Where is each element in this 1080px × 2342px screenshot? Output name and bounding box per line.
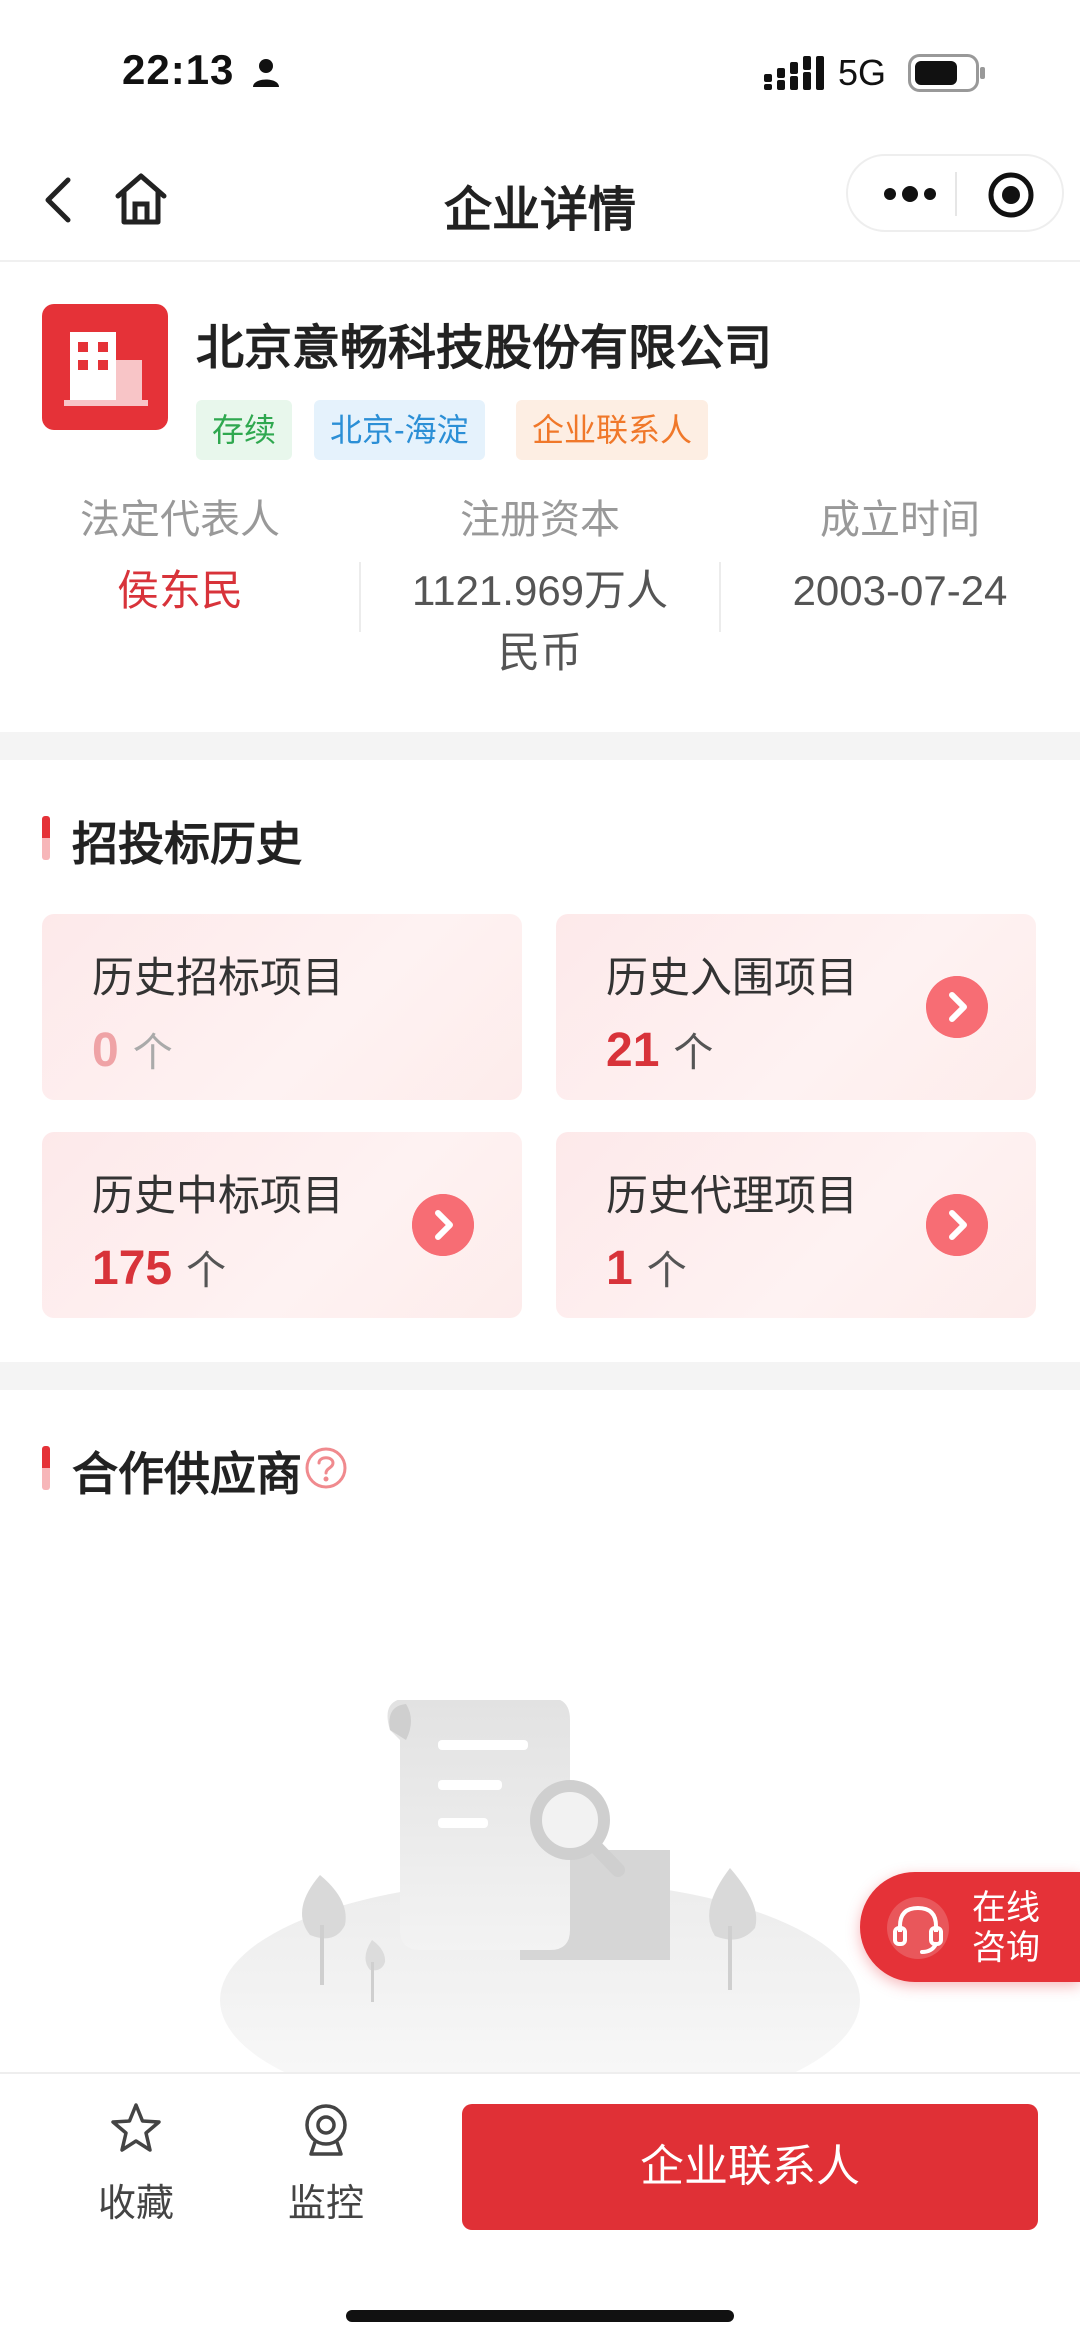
signal-icon xyxy=(764,56,824,90)
online-consult-label: 在线咨询 xyxy=(972,1889,1040,1967)
registered-capital-value: 1121.969万人民币 xyxy=(411,567,669,676)
more-icon[interactable] xyxy=(880,176,940,212)
established-date: 成立时间 2003-07-24 xyxy=(720,492,1080,622)
question-icon[interactable] xyxy=(304,1446,348,1490)
card-count: 0 xyxy=(92,1024,119,1077)
section-title-bidding: 招投标历史 xyxy=(42,808,302,874)
card-count: 1 xyxy=(606,1242,633,1295)
target-icon[interactable] xyxy=(986,170,1036,220)
page-title: 企业详情 xyxy=(443,184,636,237)
card-title: 历史招标项目 xyxy=(92,954,345,1001)
chevron-right-icon[interactable] xyxy=(412,1194,474,1256)
title-accent xyxy=(42,816,50,860)
company-header: 北京意畅科技股份有限公司 存续 北京-海淀 企业联系人 法定代表人 侯东民 注册… xyxy=(0,262,1080,732)
card-title: 历史代理项目 xyxy=(606,1172,859,1219)
monitor-label: 监控 xyxy=(287,2183,364,2225)
battery-icon xyxy=(908,54,985,92)
headset-icon xyxy=(887,1897,949,1959)
section-title-text: 招投标历史 xyxy=(72,818,302,870)
card-unit: 个 xyxy=(673,1031,714,1075)
enterprise-contact-button[interactable]: 企业联系人 xyxy=(462,2104,1038,2230)
card-value: 1个 xyxy=(606,1238,687,1296)
status-tag: 存续 xyxy=(196,400,293,460)
card-value: 0个 xyxy=(92,1020,173,1078)
chevron-right-icon[interactable] xyxy=(926,1194,988,1256)
card-history-shortlist[interactable]: 历史入围项目 21 个 xyxy=(556,914,1036,1100)
nav-bar: 企业详情 xyxy=(0,140,1080,262)
monitor-button[interactable]: 监控 xyxy=(256,2100,396,2227)
person-icon xyxy=(253,59,279,87)
card-title: 历史中标项目 xyxy=(92,1172,345,1219)
company-name: 北京意畅科技股份有限公司 xyxy=(196,322,773,375)
favorite-label: 收藏 xyxy=(97,2183,174,2225)
info-label: 注册资本 xyxy=(460,498,620,542)
company-logo xyxy=(42,304,168,430)
section-divider xyxy=(0,732,1080,760)
section-title-text: 合作供应商 xyxy=(72,1448,302,1500)
home-indicator xyxy=(346,2310,734,2322)
established-date-value: 2003-07-24 xyxy=(792,567,1008,614)
section-divider xyxy=(0,1362,1080,1390)
legal-representative-name[interactable]: 侯东民 xyxy=(0,560,360,622)
favorite-button[interactable]: 收藏 xyxy=(66,2100,206,2227)
chevron-right-icon[interactable] xyxy=(926,976,988,1038)
capsule-divider xyxy=(955,172,957,216)
mini-program-capsule xyxy=(846,154,1064,232)
info-label: 法定代表人 xyxy=(80,498,280,542)
contact-tag[interactable]: 企业联系人 xyxy=(516,400,709,460)
card-history-winning[interactable]: 历史中标项目 175 个 xyxy=(42,1132,522,1318)
card-count: 175 xyxy=(92,1242,173,1295)
star-icon xyxy=(111,2103,161,2152)
info-label: 成立时间 xyxy=(820,498,980,542)
section-title-suppliers: 合作供应商 xyxy=(42,1438,302,1504)
card-unit: 个 xyxy=(186,1249,227,1293)
card-history-tender: 历史招标项目 0个 xyxy=(42,914,522,1100)
camera-icon xyxy=(305,2104,347,2156)
region-tag: 北京-海淀 xyxy=(314,400,485,460)
network-type: 5G xyxy=(838,52,887,93)
online-consult-button[interactable]: 在线咨询 xyxy=(860,1872,1080,1982)
bottom-action-bar: 收藏 监控 企业联系人 xyxy=(0,2072,1080,2342)
card-title: 历史入围项目 xyxy=(606,954,859,1001)
card-value: 21 个 xyxy=(606,1020,713,1078)
card-value: 175 个 xyxy=(92,1238,226,1296)
empty-document-search-illustration xyxy=(220,1700,860,2080)
card-count: 21 xyxy=(606,1024,660,1077)
registered-capital: 注册资本 1121.969万人民币 xyxy=(360,492,720,684)
back-icon[interactable] xyxy=(36,170,80,230)
status-time: 22:13 xyxy=(122,46,235,93)
building-icon xyxy=(64,332,148,406)
card-unit: 个 xyxy=(646,1249,687,1293)
card-unit: 个 xyxy=(132,1031,173,1075)
legal-representative: 法定代表人 侯东民 xyxy=(0,492,360,622)
home-icon[interactable] xyxy=(112,170,170,228)
status-bar: 22:13 5G xyxy=(0,0,1080,140)
card-history-agency[interactable]: 历史代理项目 1个 xyxy=(556,1132,1036,1318)
title-accent xyxy=(42,1446,50,1490)
